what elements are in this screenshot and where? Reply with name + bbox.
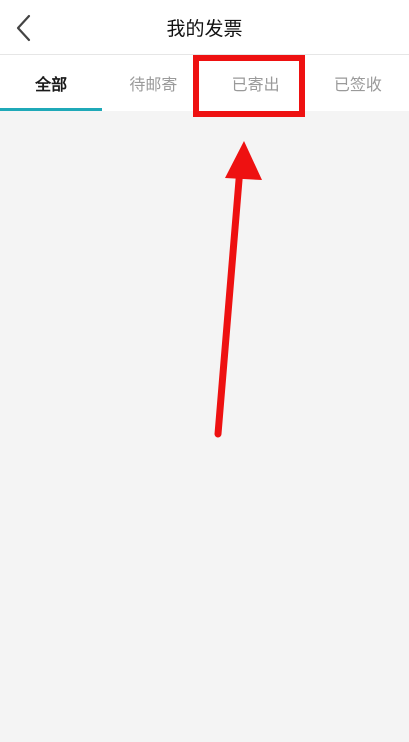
tab-label: 已寄出: [231, 75, 280, 94]
tab-pending-mail[interactable]: 待邮寄: [102, 55, 204, 111]
tab-shipped[interactable]: 已寄出: [205, 55, 307, 111]
tab-label: 已签收: [333, 75, 382, 94]
nav-header: 我的发票: [0, 4, 409, 55]
tab-label: 全部: [35, 75, 68, 94]
tab-all[interactable]: 全部: [0, 55, 103, 111]
tab-label: 待邮寄: [129, 75, 178, 94]
invoice-page: 我的发票 全部 待邮寄 已寄出 已签收: [0, 0, 409, 742]
tab-bar: 全部 待邮寄 已寄出 已签收: [0, 55, 409, 111]
invoice-list-empty: [0, 111, 409, 742]
page-title: 我的发票: [166, 18, 243, 40]
tab-received[interactable]: 已签收: [307, 55, 409, 111]
